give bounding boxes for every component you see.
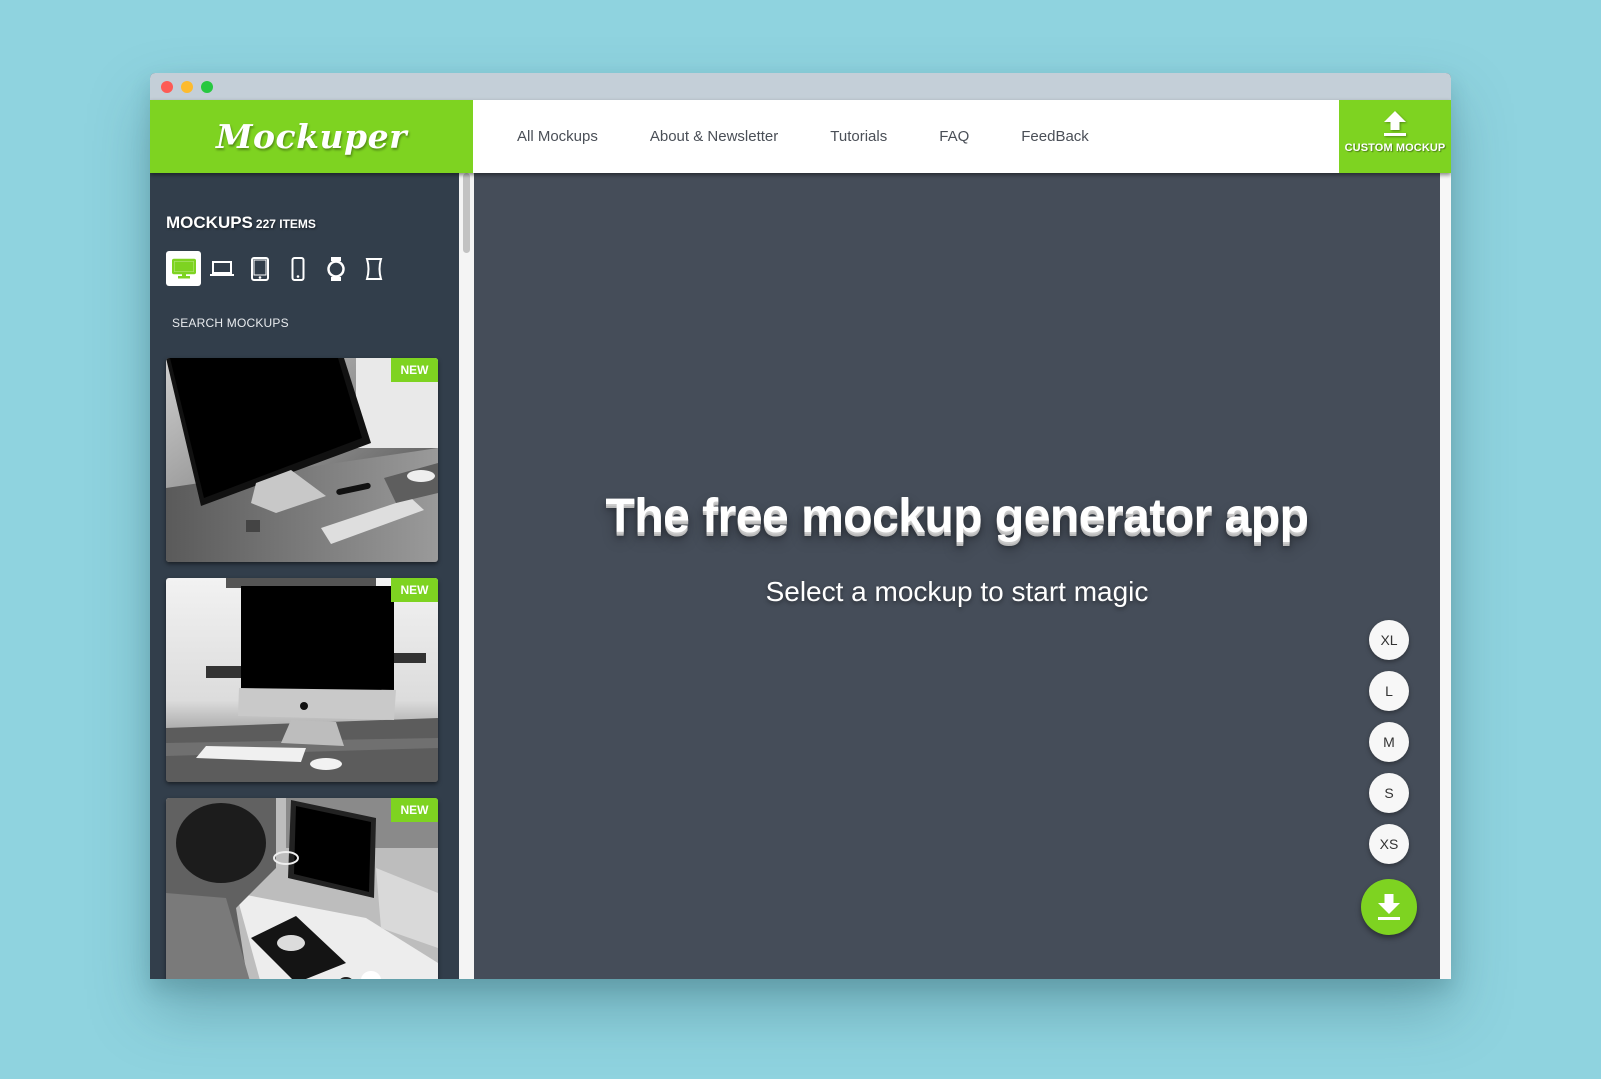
nav-feedback[interactable]: FeedBack: [1021, 128, 1089, 145]
phone-icon: [291, 256, 304, 281]
download-button[interactable]: [1361, 879, 1417, 935]
mockup-card[interactable]: NEW: [166, 798, 438, 979]
logo[interactable]: Mockuper: [216, 117, 407, 156]
download-icon: [1378, 894, 1400, 920]
filter-phone[interactable]: [280, 251, 315, 286]
mockup-card[interactable]: NEW: [166, 358, 438, 562]
hero-headline: The free mockup generator app: [605, 490, 1310, 543]
filter-laptop[interactable]: [204, 251, 239, 286]
size-m-button[interactable]: M: [1369, 722, 1409, 762]
mockups-count: 227 ITEMS: [255, 217, 316, 231]
logo-area[interactable]: Mockuper: [150, 100, 473, 173]
title-bar: [150, 73, 1451, 100]
nav-about-newsletter[interactable]: About & Newsletter: [650, 128, 778, 145]
filter-watch[interactable]: [318, 251, 353, 286]
mockup-thumbnail: [166, 358, 438, 562]
filter-desktop[interactable]: [166, 251, 201, 286]
new-badge: NEW: [391, 578, 438, 602]
filter-tablet[interactable]: [242, 251, 277, 286]
device-filters: [166, 251, 394, 286]
size-xl-button[interactable]: XL: [1369, 620, 1409, 660]
size-s-button[interactable]: S: [1369, 773, 1409, 813]
window-minimize-button[interactable]: [181, 81, 193, 93]
sidebar-scrollbar-thumb[interactable]: [463, 173, 470, 253]
nav-all-mockups[interactable]: All Mockups: [517, 128, 598, 145]
window-close-button[interactable]: [161, 81, 173, 93]
search-mockups-input[interactable]: SEARCH MOCKUPS: [172, 316, 289, 330]
watch-icon: [326, 256, 345, 281]
new-badge: NEW: [391, 358, 438, 382]
custom-mockup-button[interactable]: CUSTOM MOCKUP: [1339, 100, 1451, 173]
tablet-icon: [250, 256, 269, 281]
desktop-icon: [171, 258, 196, 278]
sidebar: MOCKUPS 227 ITEMS SEARCH MOCKUPS NEW NEW…: [150, 173, 459, 979]
laptop-icon: [209, 260, 234, 276]
mockups-heading: MOCKUPS 227 ITEMS: [166, 213, 316, 233]
nav-faq[interactable]: FAQ: [939, 128, 969, 145]
main-nav: All Mockups About & Newsletter Tutorials…: [473, 100, 1089, 173]
mockup-thumbnail: [166, 798, 438, 979]
main-scrollbar[interactable]: [1440, 173, 1451, 979]
hero-subline: Select a mockup to start magic: [765, 576, 1149, 607]
upload-icon: [1384, 111, 1406, 136]
mockup-thumbnail: [166, 578, 438, 782]
size-l-button[interactable]: L: [1369, 671, 1409, 711]
sidebar-scrollbar[interactable]: [459, 173, 474, 979]
mockup-card[interactable]: NEW: [166, 578, 438, 782]
custom-mockup-label: CUSTOM MOCKUP: [1344, 142, 1446, 154]
window-maximize-button[interactable]: [201, 81, 213, 93]
new-badge: NEW: [391, 798, 438, 822]
mockups-title: MOCKUPS: [166, 213, 253, 232]
top-header: Mockuper All Mockups About & Newsletter …: [150, 100, 1451, 173]
frame-icon: [365, 257, 382, 280]
filter-other[interactable]: [356, 251, 391, 286]
main-canvas: The free mockup generator app Select a m…: [474, 173, 1440, 979]
nav-tutorials[interactable]: Tutorials: [830, 128, 887, 145]
size-xs-button[interactable]: XS: [1369, 824, 1409, 864]
app-window: Mockuper All Mockups About & Newsletter …: [150, 73, 1451, 979]
